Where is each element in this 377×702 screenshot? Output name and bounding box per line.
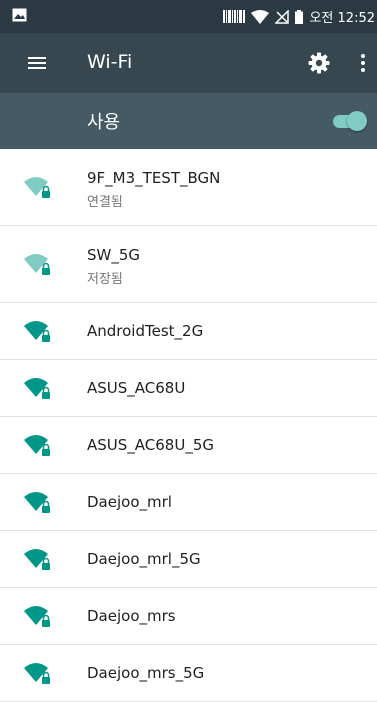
wifi-toggle[interactable] (331, 111, 367, 131)
network-row[interactable]: ASUS_AC68U_5G (0, 417, 377, 474)
wifi-signal-lock-icon (24, 378, 50, 399)
barcode-icon (223, 10, 246, 23)
network-row[interactable]: Daejoo_mrl (0, 474, 377, 531)
wifi-signal-lock-icon (24, 606, 50, 627)
network-row[interactable]: Daejoo_mrs (0, 588, 377, 645)
network-row[interactable]: Daejoo_mrl_5G (0, 531, 377, 588)
network-ssid: Daejoo_mrs (87, 607, 176, 625)
network-ssid: Daejoo_mrl (87, 493, 172, 511)
wifi-icon (251, 9, 270, 24)
more-vert-icon[interactable] (355, 52, 371, 74)
network-ssid: Daejoo_mrl_5G (87, 550, 201, 568)
network-ssid: ASUS_AC68U (87, 379, 186, 397)
network-ssid: 9F_M3_TEST_BGN (87, 169, 221, 187)
status-time: 오전 12:52 (309, 11, 375, 26)
network-row[interactable]: Daejoo_mrs_5G (0, 645, 377, 702)
network-ssid: SW_5G (87, 246, 141, 264)
toggle-thumb (347, 111, 367, 131)
menu-icon[interactable] (26, 53, 48, 73)
network-ssid: ASUS_AC68U_5G (87, 436, 214, 454)
image-icon (12, 8, 27, 22)
wifi-network-list: 9F_M3_TEST_BGN 연결됨 SW_5G 저장됨 AndroidTest… (0, 149, 377, 702)
network-row[interactable]: 9F_M3_TEST_BGN 연결됨 (0, 149, 377, 226)
no-sim-icon (275, 9, 290, 24)
status-bar: 오전 12:52 (0, 0, 377, 33)
wifi-master-switch-bar[interactable]: 사용 (0, 93, 377, 149)
network-row[interactable]: AndroidTest_2G (0, 303, 377, 360)
network-row[interactable]: SW_5G 저장됨 (0, 226, 377, 303)
gear-icon[interactable] (307, 51, 331, 75)
network-status: 저장됨 (87, 272, 123, 287)
battery-icon (295, 9, 304, 24)
wifi-signal-lock-icon (24, 177, 50, 198)
wifi-signal-lock-icon (24, 549, 50, 570)
page-title: Wi-Fi (87, 51, 133, 73)
network-ssid: Daejoo_mrs_5G (87, 664, 205, 682)
wifi-signal-lock-icon (24, 321, 50, 342)
app-toolbar: Wi-Fi (0, 33, 377, 93)
switch-label: 사용 (87, 112, 121, 133)
network-status: 연결됨 (87, 195, 123, 210)
network-ssid: AndroidTest_2G (87, 322, 204, 340)
wifi-signal-lock-icon (24, 254, 50, 275)
network-row[interactable]: ASUS_AC68U (0, 360, 377, 417)
wifi-signal-lock-icon (24, 435, 50, 456)
wifi-signal-lock-icon (24, 663, 50, 684)
wifi-signal-lock-icon (24, 492, 50, 513)
